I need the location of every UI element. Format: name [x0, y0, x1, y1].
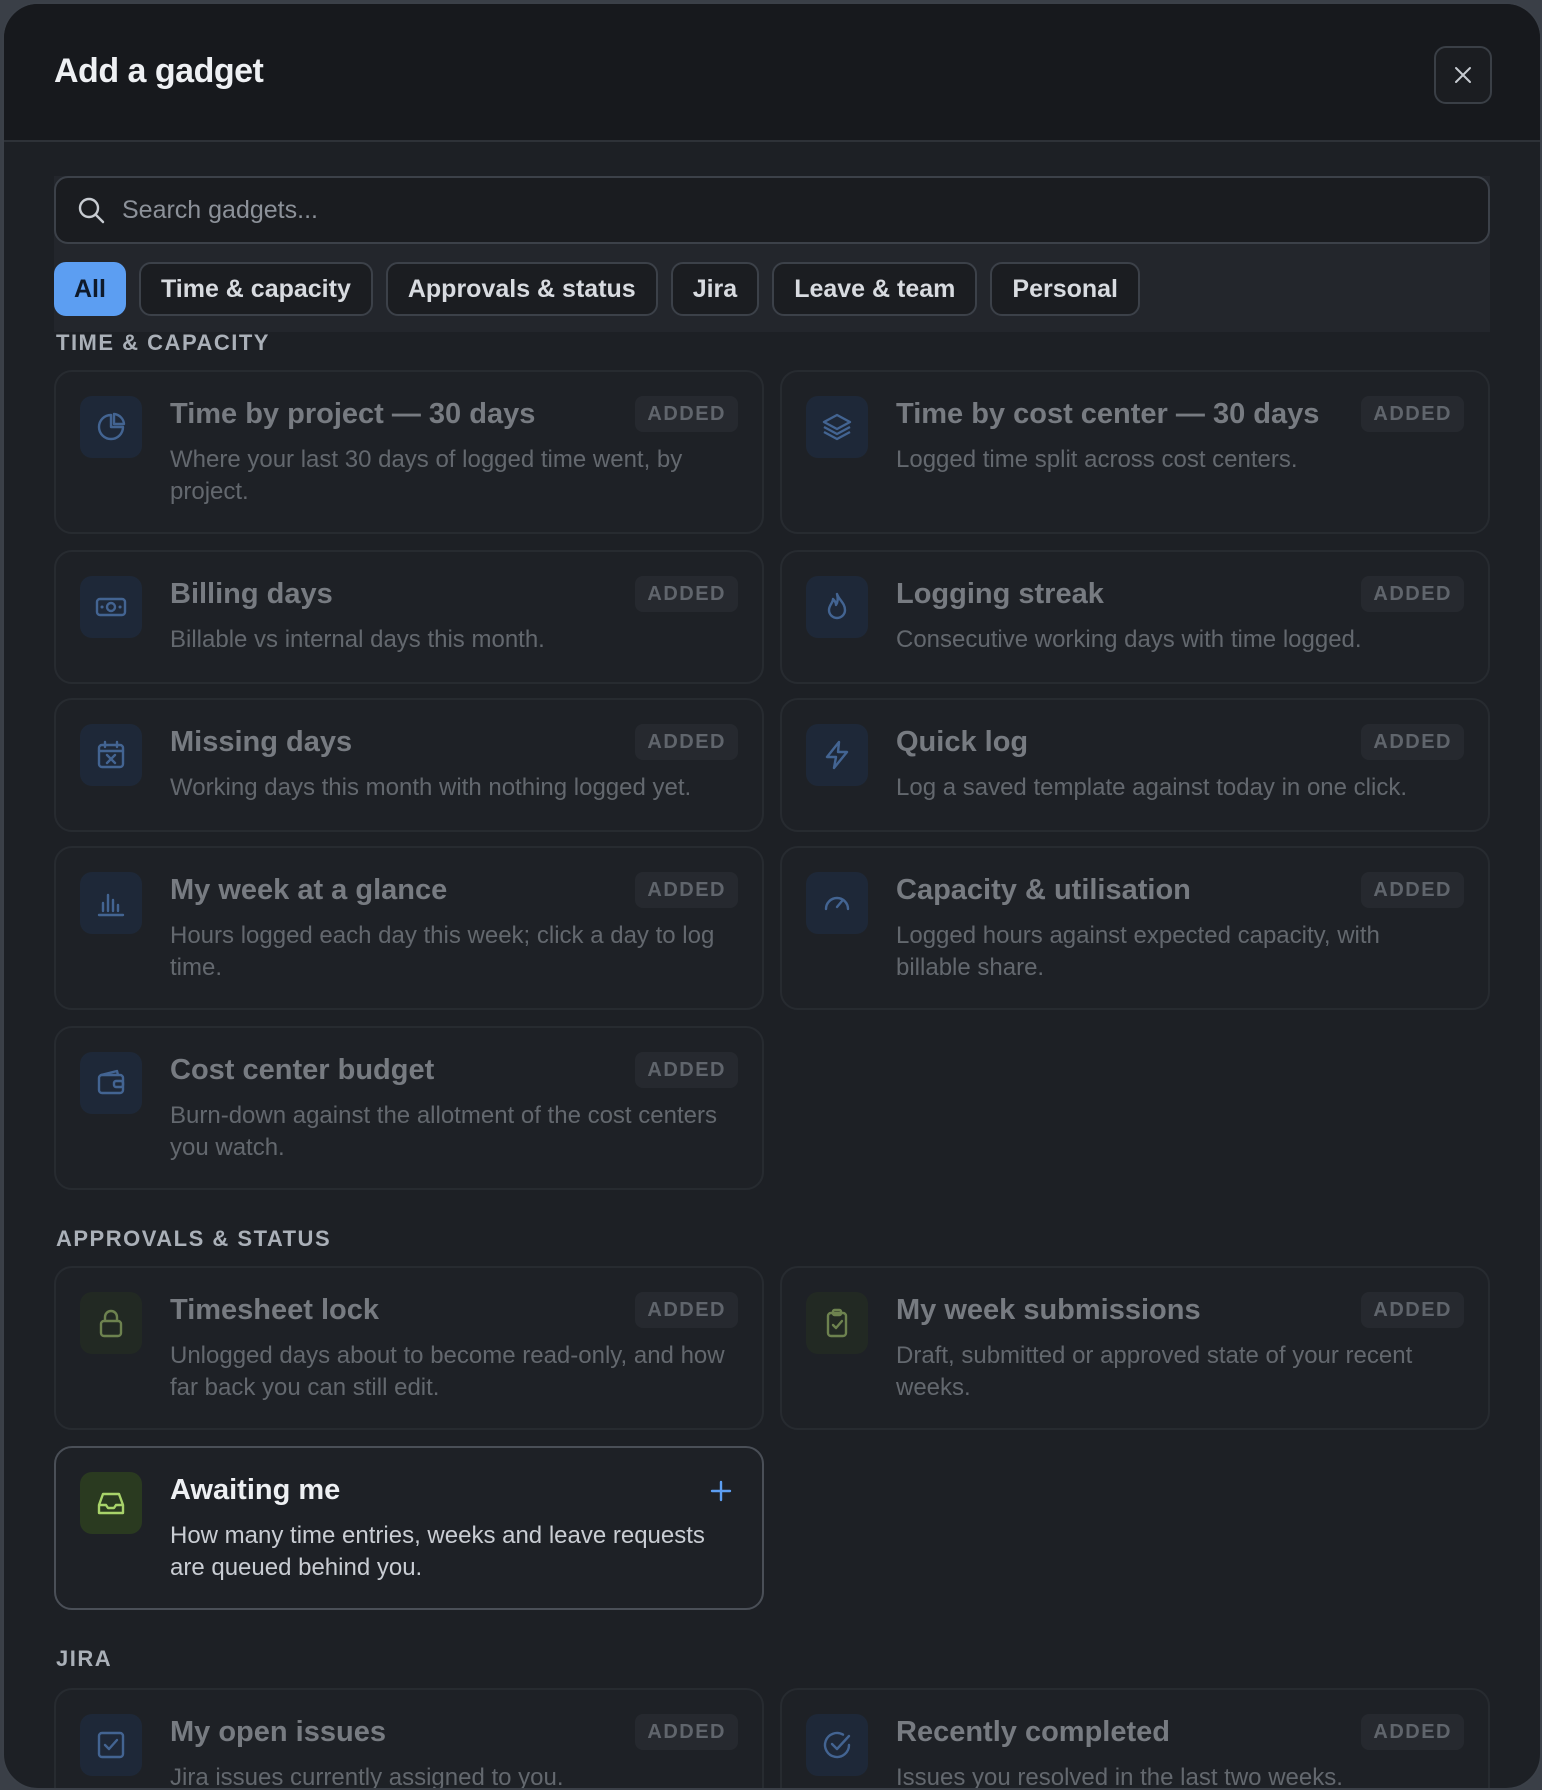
- gadget-card-quick-log[interactable]: Quick log Log a saved template against t…: [780, 698, 1490, 832]
- added-badge: ADDED: [635, 576, 738, 612]
- added-badge: ADDED: [1361, 724, 1464, 760]
- gadget-description: Issues you resolved in the last two week…: [896, 1764, 1343, 1790]
- close-icon: [1455, 67, 1471, 83]
- gadget-card-time-by-project[interactable]: Time by project — 30 days Where your las…: [54, 370, 764, 534]
- gadget-card-my-open-issues[interactable]: My open issues Jira issues currently ass…: [54, 1688, 764, 1790]
- section-label-time-capacity: TIME & CAPACITY: [56, 330, 270, 355]
- gadget-title: Quick log: [896, 726, 1029, 758]
- flame-icon: [806, 576, 868, 638]
- search-box[interactable]: [54, 176, 1490, 244]
- filter-personal[interactable]: Personal: [990, 262, 1140, 316]
- plus-icon: [710, 1480, 732, 1502]
- filter-area: All Time & capacity Approvals & status J…: [54, 176, 1490, 332]
- add-gadget-button[interactable]: [706, 1476, 736, 1506]
- added-badge: ADDED: [635, 872, 738, 908]
- gadget-card-my-week-at-a-glance[interactable]: My week at a glance Hours logged each da…: [54, 846, 764, 1010]
- gadget-title: Recently completed: [896, 1716, 1170, 1748]
- added-badge: ADDED: [635, 1714, 738, 1750]
- gauge-icon: [806, 872, 868, 934]
- filter-time-capacity[interactable]: Time & capacity: [138, 262, 373, 316]
- gadget-card-capacity-utilisation[interactable]: Capacity & utilisation Logged hours agai…: [780, 846, 1490, 1010]
- gadget-card-recently-completed[interactable]: Recently completed Issues you resolved i…: [780, 1688, 1490, 1790]
- gadget-title: Billing days: [170, 578, 333, 610]
- search-input[interactable]: [120, 194, 1488, 226]
- lightning-icon: [806, 724, 868, 786]
- gadget-card-timesheet-lock[interactable]: Timesheet lock Unlogged days about to be…: [54, 1266, 764, 1430]
- dialog-title: Add a gadget: [54, 52, 264, 90]
- gadget-card-awaiting-me[interactable]: Awaiting me How many time entries, weeks…: [54, 1446, 764, 1610]
- filter-leave-team[interactable]: Leave & team: [772, 262, 978, 316]
- checkbox-icon: [80, 1714, 142, 1776]
- gadget-description: Billable vs internal days this month.: [170, 626, 545, 653]
- pie-chart-icon: [80, 396, 142, 458]
- gadget-title: Capacity & utilisation: [896, 874, 1191, 906]
- lock-icon: [80, 1292, 142, 1354]
- added-badge: ADDED: [1361, 872, 1464, 908]
- clipboard-check-icon: [806, 1292, 868, 1354]
- gadget-title: My week submissions: [896, 1294, 1201, 1326]
- dialog-header: Add a gadget: [4, 4, 1540, 142]
- check-circle-icon: [806, 1714, 868, 1776]
- gadget-description: Consecutive working days with time logge…: [896, 626, 1362, 653]
- added-badge: ADDED: [635, 1052, 738, 1088]
- close-button[interactable]: [1434, 46, 1492, 104]
- gadget-title: Time by cost center — 30 days: [896, 398, 1320, 430]
- filter-jira[interactable]: Jira: [670, 262, 760, 316]
- gadget-description: Hours logged each day this week; click a…: [170, 922, 715, 981]
- added-badge: ADDED: [1361, 396, 1464, 432]
- filter-tabs: All Time & capacity Approvals & status J…: [54, 262, 1140, 316]
- gadget-card-time-by-cost-center[interactable]: Time by cost center — 30 days Logged tim…: [780, 370, 1490, 534]
- gadget-description: Logged hours against expected capacity, …: [896, 922, 1380, 981]
- gadget-title: My week at a glance: [170, 874, 448, 906]
- filter-approvals-status[interactable]: Approvals & status: [385, 262, 658, 316]
- gadget-title: Logging streak: [896, 578, 1104, 610]
- gadget-description: Jira issues currently assigned to you.: [170, 1764, 564, 1790]
- added-badge: ADDED: [635, 396, 738, 432]
- added-badge: ADDED: [635, 1292, 738, 1328]
- gadget-title: Missing days: [170, 726, 353, 758]
- gadget-description: Unlogged days about to become read-only,…: [170, 1342, 725, 1401]
- gadget-card-logging-streak[interactable]: Logging streak Consecutive working days …: [780, 550, 1490, 684]
- section-label-approvals-status: APPROVALS & STATUS: [56, 1226, 332, 1251]
- gadget-card-my-week-submissions[interactable]: My week submissions Draft, submitted or …: [780, 1266, 1490, 1430]
- search-icon: [76, 195, 106, 225]
- added-badge: ADDED: [1361, 576, 1464, 612]
- layers-icon: [806, 396, 868, 458]
- gadget-title: Time by project — 30 days: [170, 398, 536, 430]
- section-label-jira: JIRA: [56, 1646, 113, 1671]
- wallet-icon: [80, 1052, 142, 1114]
- gadget-description: Logged time split across cost centers.: [896, 446, 1298, 473]
- gadget-card-missing-days[interactable]: Missing days Working days this month wit…: [54, 698, 764, 832]
- gadget-description: Log a saved template against today in on…: [896, 774, 1407, 801]
- inbox-icon: [80, 1472, 142, 1534]
- gadget-title: Timesheet lock: [170, 1294, 380, 1326]
- add-gadget-dialog: Add a gadget All Time & capacity Approva…: [2, 2, 1542, 1790]
- bar-chart-icon: [80, 872, 142, 934]
- filter-all[interactable]: All: [54, 262, 126, 316]
- gadget-description: Draft, submitted or approved state of yo…: [896, 1342, 1413, 1401]
- banknote-icon: [80, 576, 142, 638]
- gadget-card-cost-center-budget[interactable]: Cost center budget Burn-down against the…: [54, 1026, 764, 1190]
- gadget-description: Where your last 30 days of logged time w…: [170, 446, 683, 505]
- gadget-title: Cost center budget: [170, 1054, 435, 1086]
- calendar-x-icon: [80, 724, 142, 786]
- gadget-title: Awaiting me: [170, 1474, 341, 1506]
- gadget-description: How many time entries, weeks and leave r…: [170, 1522, 705, 1581]
- gadget-description: Burn-down against the allotment of the c…: [170, 1102, 717, 1161]
- added-badge: ADDED: [1361, 1714, 1464, 1750]
- added-badge: ADDED: [635, 724, 738, 760]
- gadget-card-billing-days[interactable]: Billing days Billable vs internal days t…: [54, 550, 764, 684]
- gadget-description: Working days this month with nothing log…: [170, 774, 692, 801]
- added-badge: ADDED: [1361, 1292, 1464, 1328]
- gadget-title: My open issues: [170, 1716, 386, 1748]
